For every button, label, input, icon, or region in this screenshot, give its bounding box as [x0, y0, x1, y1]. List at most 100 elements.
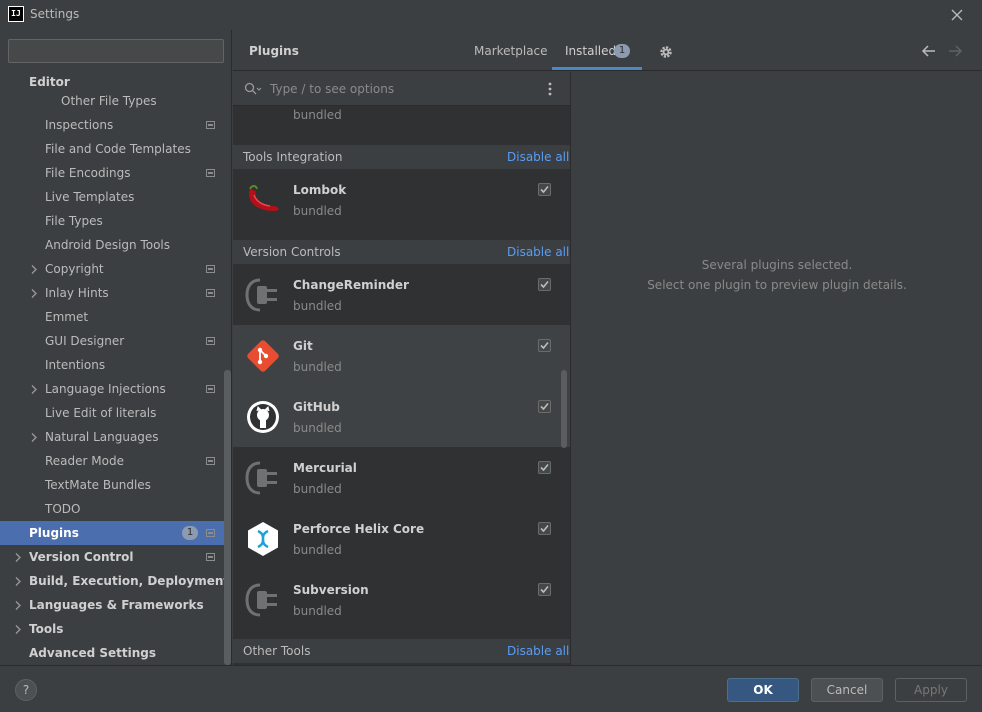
sidebar-item-label: Live Edit of literals	[45, 406, 157, 420]
plugin-enabled-checkbox[interactable]	[538, 183, 551, 196]
plugin-enabled-checkbox[interactable]	[538, 278, 551, 291]
sidebar-item-inlay-hints[interactable]: Inlay Hints	[0, 281, 231, 305]
close-icon[interactable]	[946, 4, 968, 26]
plug-icon	[244, 276, 282, 314]
sidebar-item-file-encodings[interactable]: File Encodings	[0, 161, 231, 185]
sidebar-item-label: Tools	[29, 622, 64, 636]
sidebar-item-file-types[interactable]: File Types	[0, 209, 231, 233]
group-header-other-tools: Other Tools Disable all	[233, 639, 570, 663]
sidebar-item-version-control[interactable]: Version Control	[0, 545, 231, 569]
sidebar-item-label: Intentions	[45, 358, 106, 372]
more-options-icon[interactable]	[547, 81, 553, 100]
plugin-name: ChangeReminder	[293, 278, 409, 292]
chevron-right-icon[interactable]	[14, 625, 22, 634]
help-button[interactable]: ?	[15, 679, 37, 701]
cancel-button[interactable]: Cancel	[811, 678, 883, 702]
ok-button[interactable]: OK	[727, 678, 799, 702]
chevron-right-icon[interactable]	[14, 577, 22, 586]
plugin-enabled-checkbox[interactable]	[538, 583, 551, 596]
sidebar-item-label: TODO	[45, 502, 81, 516]
plugin-enabled-checkbox[interactable]	[538, 522, 551, 535]
plugin-name: Git	[293, 339, 313, 353]
plugin-name: Perforce Helix Core	[293, 522, 425, 536]
plugin-row-changereminder[interactable]: ChangeReminder bundled	[233, 264, 570, 325]
forward-arrow-icon[interactable]	[947, 44, 963, 61]
plugin-search-input[interactable]: Type / to see options	[233, 72, 570, 106]
plugin-enabled-checkbox[interactable]	[538, 461, 551, 474]
gear-icon[interactable]	[659, 45, 673, 62]
sidebar-item-android-design-tools[interactable]: Android Design Tools	[0, 233, 231, 257]
sidebar-item-textmate-bundles[interactable]: TextMate Bundles	[0, 473, 231, 497]
sidebar-scrollbar[interactable]	[224, 370, 231, 665]
sidebar-item-natural-languages[interactable]: Natural Languages	[0, 425, 231, 449]
settings-search-input[interactable]	[8, 39, 224, 63]
tab-underline	[552, 67, 642, 70]
sidebar-item-label: Build, Execution, Deployment	[29, 574, 230, 588]
settings-sidebar: Editor Other File Types Inspections File an…	[0, 30, 232, 665]
group-header-tools-integration: Tools Integration Disable all	[233, 145, 570, 169]
sidebar-item-label: Language Injections	[45, 382, 166, 396]
sidebar-item-plugins[interactable]: Plugins 1	[0, 521, 231, 545]
git-icon	[244, 337, 282, 375]
project-scope-icon	[206, 457, 215, 465]
sidebar-item-languages-frameworks[interactable]: Languages & Frameworks	[0, 593, 231, 617]
count-badge: 1	[182, 526, 198, 540]
plugin-version: bundled	[293, 108, 342, 122]
plugin-enabled-checkbox[interactable]	[538, 339, 551, 352]
plugin-row-lombok[interactable]: Lombok bundled	[233, 169, 570, 230]
plugin-list-scrollbar[interactable]	[561, 370, 567, 448]
plugin-enabled-checkbox[interactable]	[538, 400, 551, 413]
apply-button[interactable]: Apply	[895, 678, 967, 702]
sidebar-item-live-templates[interactable]: Live Templates	[0, 185, 231, 209]
sidebar-item-emmet[interactable]: Emmet	[0, 305, 231, 329]
plugin-row-git[interactable]: Git bundled	[233, 325, 570, 386]
project-scope-icon	[206, 529, 215, 537]
sidebar-item-advanced-settings[interactable]: Advanced Settings	[0, 641, 231, 665]
plugin-row-github[interactable]: GitHub bundled	[233, 386, 570, 447]
plugin-name: GitHub	[293, 400, 340, 414]
sidebar-item-label: TextMate Bundles	[45, 478, 151, 492]
sidebar-item-file-and-code-templates[interactable]: File and Code Templates	[0, 137, 231, 161]
chevron-right-icon[interactable]	[30, 289, 38, 298]
sidebar-item-label: File Types	[45, 214, 103, 228]
plugin-row-subversion[interactable]: Subversion bundled	[233, 569, 570, 630]
chevron-right-icon[interactable]	[30, 385, 38, 394]
plugin-row-perforce[interactable]: Perforce Helix Core bundled	[233, 508, 570, 569]
search-icon	[244, 82, 262, 99]
sidebar-item-tools[interactable]: Tools	[0, 617, 231, 641]
sidebar-item-label: Android Design Tools	[45, 238, 171, 252]
chevron-right-icon[interactable]	[14, 553, 22, 562]
sidebar-item-other-file-types[interactable]: Other File Types	[0, 89, 231, 113]
plugin-version: bundled	[293, 482, 342, 496]
sidebar-item-language-injections[interactable]: Language Injections	[0, 377, 231, 401]
chevron-right-icon[interactable]	[30, 433, 38, 442]
back-arrow-icon[interactable]	[921, 44, 937, 61]
sidebar-item-label: GUI Designer	[45, 334, 125, 348]
sidebar-item-copyright[interactable]: Copyright	[0, 257, 231, 281]
plugin-search-placeholder: Type / to see options	[270, 82, 395, 96]
disable-all-link[interactable]: Disable all	[507, 644, 569, 658]
chevron-right-icon[interactable]	[30, 265, 38, 274]
window-title: Settings	[30, 7, 80, 21]
plugin-name: Mercurial	[293, 461, 357, 475]
sidebar-item-reader-mode[interactable]: Reader Mode	[0, 449, 231, 473]
tab-installed[interactable]: Installed	[565, 44, 616, 58]
sidebar-item-todo[interactable]: TODO	[0, 497, 231, 521]
plugins-header: Plugins Marketplace Installed 1	[233, 30, 982, 71]
sidebar-item-label: Natural Languages	[45, 430, 159, 444]
detail-message: Several plugins selected.	[701, 258, 853, 272]
disable-all-link[interactable]: Disable all	[507, 245, 569, 259]
sidebar-item-build-execution-deployment[interactable]: Build, Execution, Deployment	[0, 569, 231, 593]
github-icon	[244, 398, 282, 436]
plug-icon	[244, 459, 282, 497]
disable-all-link[interactable]: Disable all	[507, 150, 569, 164]
chevron-right-icon[interactable]	[14, 601, 22, 610]
group-name: Tools Integration	[243, 150, 343, 164]
sidebar-item-live-edit-of-literals[interactable]: Live Edit of literals	[0, 401, 231, 425]
plugin-row-mercurial[interactable]: Mercurial bundled	[233, 447, 570, 508]
sidebar-item-gui-designer[interactable]: GUI Designer	[0, 329, 231, 353]
tab-marketplace[interactable]: Marketplace	[474, 44, 548, 58]
sidebar-item-intentions[interactable]: Intentions	[0, 353, 231, 377]
sidebar-item-label: File and Code Templates	[45, 142, 191, 156]
sidebar-item-inspections[interactable]: Inspections	[0, 113, 231, 137]
